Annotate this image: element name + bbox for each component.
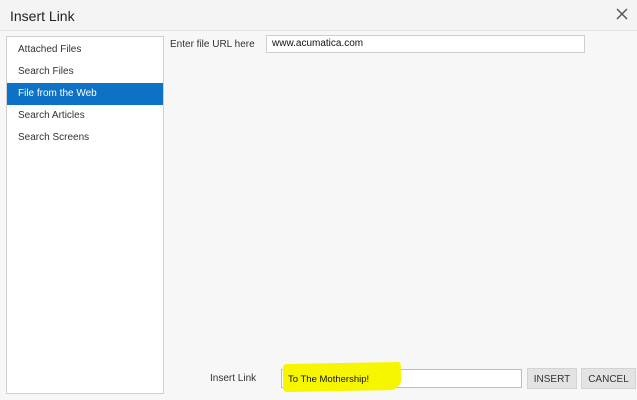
sidebar-item-search-articles[interactable]: Search Articles: [7, 105, 163, 127]
link-text-value: To The Mothership!: [288, 374, 370, 385]
insert-button[interactable]: INSERT: [527, 368, 577, 389]
insert-link-dialog: Insert Link Attached Files Search Files …: [0, 0, 637, 400]
dialog-titlebar: Insert Link: [0, 0, 637, 31]
sidebar-item-search-files[interactable]: Search Files: [7, 61, 163, 83]
url-field-label: Enter file URL here: [170, 39, 255, 50]
sidebar-item-file-from-the-web[interactable]: File from the Web: [7, 83, 163, 105]
cancel-button[interactable]: CANCEL: [581, 368, 636, 389]
url-input[interactable]: www.acumatica.com: [266, 35, 585, 53]
source-sidebar: Attached Files Search Files File from th…: [6, 36, 164, 394]
insert-link-label: Insert Link: [210, 373, 257, 384]
sidebar-item-attached-files[interactable]: Attached Files: [7, 39, 163, 61]
sidebar-item-search-screens[interactable]: Search Screens: [7, 127, 163, 149]
close-icon[interactable]: [615, 7, 629, 21]
dialog-title: Insert Link: [10, 8, 75, 24]
